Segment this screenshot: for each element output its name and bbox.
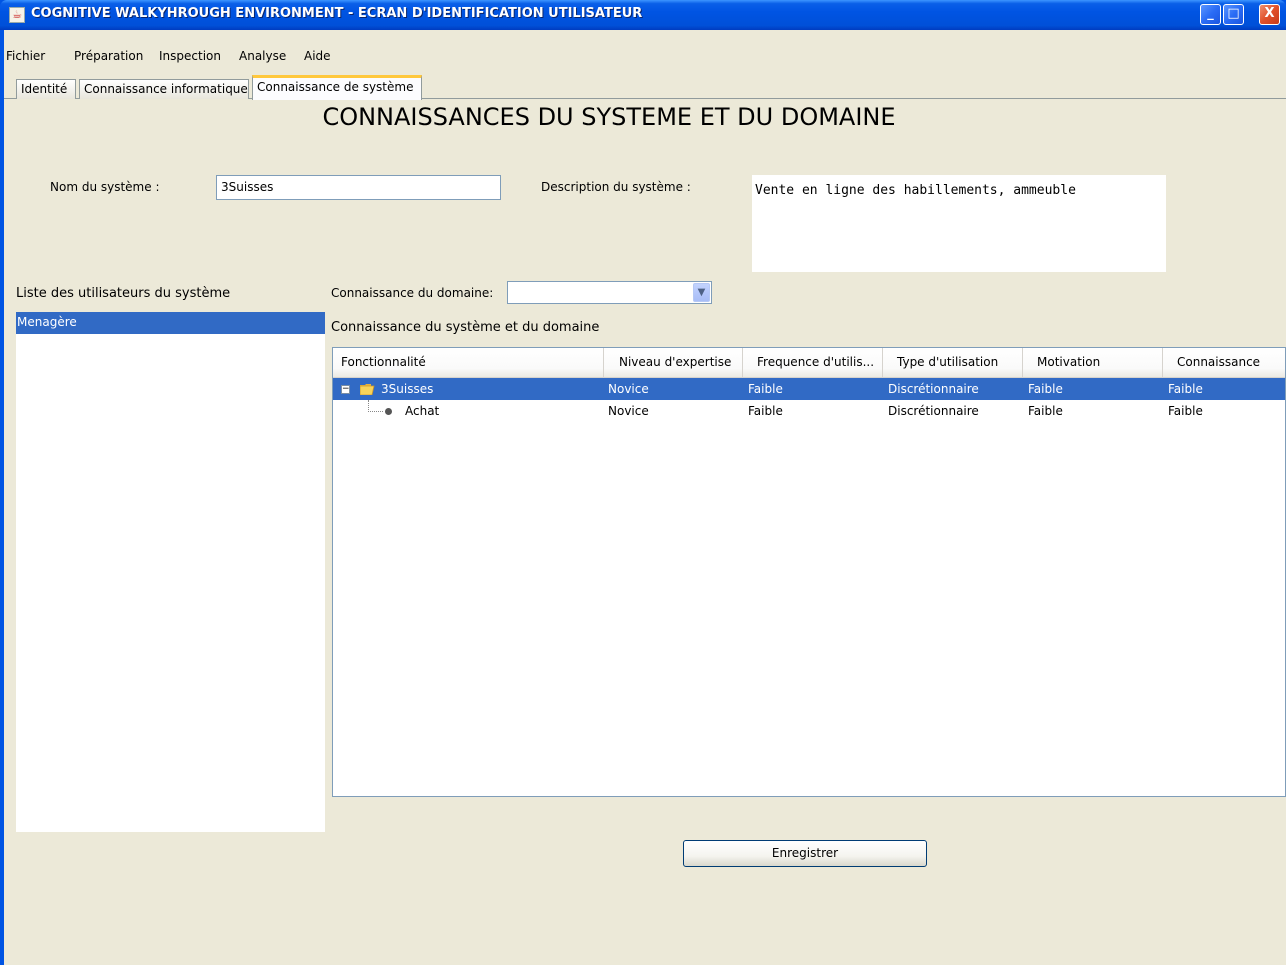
column-header-niveau[interactable]: Niveau d'expertise xyxy=(604,348,743,377)
collapse-icon[interactable]: − xyxy=(341,385,350,394)
menu-fichier[interactable]: Fichier xyxy=(6,49,45,63)
menu-analyse[interactable]: Analyse xyxy=(239,49,286,63)
cell-motivation: Faible xyxy=(1028,404,1063,418)
tab-connaissance-informatique[interactable]: Connaissance informatique xyxy=(79,79,249,99)
list-item[interactable]: Menagère xyxy=(16,312,325,334)
column-header-frequence[interactable]: Frequence d'utilis... xyxy=(743,348,883,377)
cell-connaissance: Faible xyxy=(1168,382,1203,396)
users-list-label: Liste des utilisateurs du système xyxy=(16,286,231,301)
knowledge-table[interactable]: Fonctionnalité Niveau d'expertise Freque… xyxy=(332,347,1286,797)
table-row[interactable]: Achat Novice Faible Discrétionnaire Faib… xyxy=(333,400,1285,422)
users-list[interactable]: Menagère xyxy=(16,312,325,832)
domain-knowledge-dropdown[interactable]: ▼ xyxy=(507,281,712,304)
maximize-button[interactable]: □ xyxy=(1223,4,1244,25)
save-button[interactable]: Enregistrer xyxy=(683,840,927,867)
table-row[interactable]: − 3Suisses Novice Faible Discrétionnaire… xyxy=(333,378,1285,400)
knowledge-table-label: Connaissance du système et du domaine xyxy=(331,320,600,335)
page-title: CONNAISSANCES DU SYSTEME ET DU DOMAINE xyxy=(322,103,896,131)
java-cup-icon[interactable]: ☕ xyxy=(9,7,25,23)
tab-connaissance-systeme[interactable]: Connaissance de système xyxy=(252,75,422,100)
system-description-field[interactable]: Vente en ligne des habillements, ammeubl… xyxy=(752,175,1166,272)
column-header-fonctionnalite[interactable]: Fonctionnalité xyxy=(333,348,604,377)
chevron-down-icon[interactable]: ▼ xyxy=(693,283,710,302)
title-bar[interactable]: ☕ COGNITIVE WALKYHROUGH ENVIRONMENT - EC… xyxy=(0,0,1286,30)
system-description-label: Description du système : xyxy=(541,180,691,194)
column-header-motivation[interactable]: Motivation xyxy=(1023,348,1163,377)
tab-strip: Identité Connaissance informatique Conna… xyxy=(4,75,1286,100)
tree-connector xyxy=(368,400,383,412)
cell-fonctionnalite: 3Suisses xyxy=(381,382,434,396)
cell-connaissance: Faible xyxy=(1168,404,1203,418)
client-area: Fichier Préparation Inspection Analyse A… xyxy=(4,30,1286,965)
menu-inspection[interactable]: Inspection xyxy=(159,49,221,63)
close-button[interactable]: X xyxy=(1259,4,1280,25)
menu-preparation[interactable]: Préparation xyxy=(74,49,143,63)
menu-aide[interactable]: Aide xyxy=(304,49,331,63)
system-name-label: Nom du système : xyxy=(50,180,160,194)
folder-open-icon xyxy=(360,384,375,395)
cell-fonctionnalite: Achat xyxy=(405,404,440,418)
cell-type: Discrétionnaire xyxy=(888,404,979,418)
cell-niveau: Novice xyxy=(608,382,649,396)
cell-niveau: Novice xyxy=(608,404,649,418)
cell-frequence: Faible xyxy=(748,404,783,418)
column-header-connaissance[interactable]: Connaissance xyxy=(1163,348,1285,377)
cell-type: Discrétionnaire xyxy=(888,382,979,396)
domain-knowledge-label: Connaissance du domaine: xyxy=(331,286,494,300)
minimize-button[interactable]: _ xyxy=(1200,4,1221,25)
table-header: Fonctionnalité Niveau d'expertise Freque… xyxy=(333,348,1285,378)
leaf-node-icon xyxy=(385,408,392,415)
cell-motivation: Faible xyxy=(1028,382,1063,396)
app-window: ☕ COGNITIVE WALKYHROUGH ENVIRONMENT - EC… xyxy=(0,0,1286,965)
window-title: COGNITIVE WALKYHROUGH ENVIRONMENT - ECRA… xyxy=(31,6,643,21)
tab-identite[interactable]: Identité xyxy=(16,79,76,99)
cell-frequence: Faible xyxy=(748,382,783,396)
system-name-field[interactable]: 3Suisses xyxy=(216,175,501,200)
column-header-type[interactable]: Type d'utilisation xyxy=(883,348,1023,377)
menu-bar: Fichier Préparation Inspection Analyse A… xyxy=(4,30,1286,68)
